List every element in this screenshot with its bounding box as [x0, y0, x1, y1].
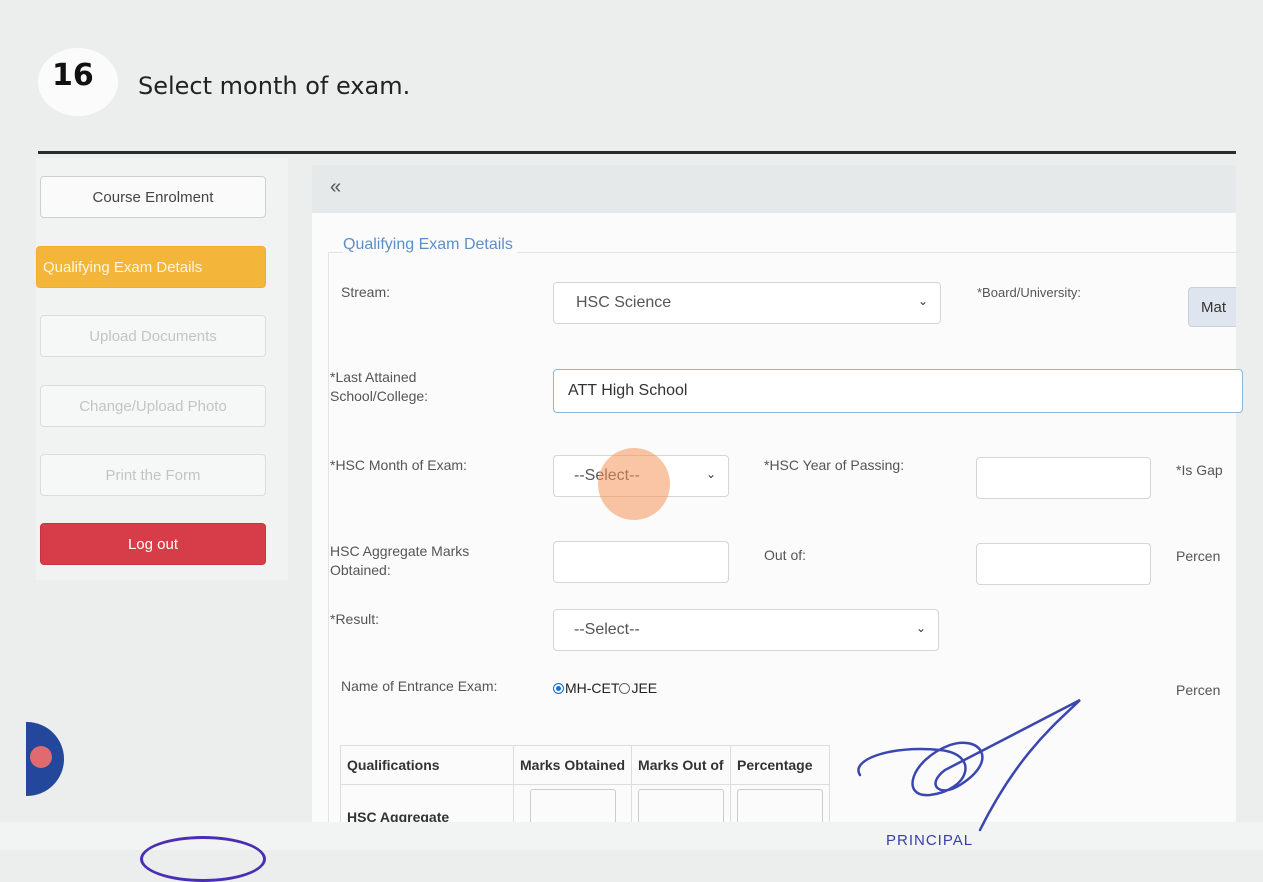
table-header-row: Qualifications Marks Obtained Marks Out …	[340, 745, 831, 785]
school-label: *Last Attained School/College:	[330, 369, 429, 404]
qualifications-table: Qualifications Marks Obtained Marks Out …	[340, 745, 831, 826]
step-number: 16	[52, 58, 94, 93]
table-header: Marks Out of	[631, 745, 732, 785]
stream-value: HSC Science	[576, 294, 672, 311]
marks-outof-cell-input[interactable]	[638, 789, 725, 825]
school-input[interactable]: ATT High School	[553, 369, 1243, 413]
radio-jee-label: JEE	[631, 680, 658, 696]
result-value: --Select--	[574, 621, 640, 638]
entrance-radio-group: MH-CET JEE	[553, 680, 657, 696]
section-legend: Qualifying Exam Details	[343, 236, 517, 254]
principal-label: PRINCIPAL	[886, 832, 974, 849]
top-bar	[312, 165, 1236, 213]
divider	[38, 151, 1236, 154]
result-select[interactable]: --Select-- ⌄	[553, 609, 939, 651]
click-indicator	[598, 448, 670, 520]
board-label: *Board/University:	[977, 285, 1082, 300]
radio-mh-cet-label: MH-CET	[565, 680, 620, 696]
collapse-sidebar-icon[interactable]: «	[330, 176, 341, 199]
table-header: Qualifications	[340, 745, 514, 785]
percentage-cell	[730, 784, 831, 826]
instruction-text: Select month of exam.	[138, 72, 411, 100]
chevron-down-icon: ⌄	[705, 467, 716, 481]
table-header: Percentage	[730, 745, 831, 785]
marks-obtained-cell-input[interactable]	[529, 789, 616, 825]
entrance-label: Name of Entrance Exam:	[341, 678, 498, 694]
board-value: Mat	[1201, 298, 1227, 316]
board-university-field[interactable]: Mat	[1188, 287, 1236, 327]
percent-label-2: Percen	[1176, 682, 1221, 698]
sidebar-item-qualifying-exam-details[interactable]: Qualifying Exam Details	[36, 246, 266, 288]
school-value: ATT High School	[568, 382, 688, 399]
sidebar-item-change-upload-photo[interactable]: Change/Upload Photo	[40, 385, 266, 427]
result-label: *Result:	[330, 611, 380, 627]
table-header: Marks Obtained	[512, 745, 633, 785]
signature	[857, 698, 1081, 832]
chevron-down-icon: ⌄	[917, 294, 928, 308]
seal-logo-dot	[30, 746, 52, 768]
marks-obtained-input[interactable]	[553, 541, 729, 583]
marks-obtained-cell	[512, 784, 633, 826]
logout-button[interactable]: Log out	[40, 523, 266, 565]
stream-label: Stream:	[341, 284, 391, 300]
row-label: HSC Aggregate	[340, 784, 514, 826]
percent-label: Percen	[1176, 548, 1221, 564]
gap-label: *Is Gap	[1176, 462, 1223, 478]
sidebar-item-print-the-form[interactable]: Print the Form	[40, 454, 266, 496]
month-label: *HSC Month of Exam:	[330, 457, 467, 473]
year-label: *HSC Year of Passing:	[764, 457, 905, 473]
sidebar: Course Enrolment Qualifying Exam Details…	[36, 158, 288, 580]
percentage-cell-input[interactable]	[737, 789, 824, 825]
chevron-down-icon: ⌄	[915, 621, 926, 635]
sidebar-item-upload-documents[interactable]: Upload Documents	[40, 315, 266, 357]
out-of-input[interactable]	[976, 543, 1151, 585]
radio-jee[interactable]	[619, 682, 631, 694]
outof-label: Out of:	[764, 547, 807, 563]
stream-select[interactable]: HSC Science ⌄	[553, 282, 941, 324]
radio-mh-cet[interactable]	[553, 682, 564, 694]
round-stamp	[140, 836, 266, 882]
marks-label: HSC Aggregate Marks Obtained:	[330, 543, 470, 578]
marks-outof-cell	[631, 784, 732, 826]
table-row: HSC Aggregate	[340, 784, 831, 826]
hsc-year-input[interactable]	[976, 457, 1151, 499]
sidebar-item-course-enrolment[interactable]: Course Enrolment	[40, 176, 266, 218]
